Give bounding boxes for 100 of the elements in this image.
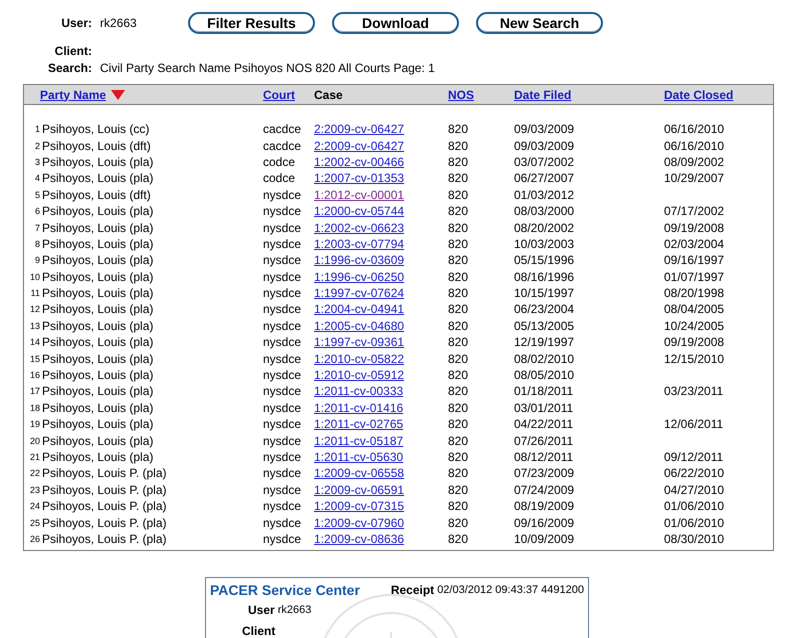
search-criteria: Civil Party Search Name Psihoyos NOS 820 All Courts Page: 1 (100, 61, 435, 75)
date-closed-cell: 10/29/2007 (664, 171, 724, 186)
party-name: Psihoyos, Louis (pla) (42, 352, 154, 366)
sort-descending-icon[interactable] (111, 90, 126, 100)
court-cell: nysdce (263, 516, 302, 530)
row-number: 16 (28, 370, 40, 380)
case-number-link[interactable]: 1:2011-cv-00333 (314, 384, 404, 398)
nos-cell: 820 (448, 417, 468, 432)
case-number-link[interactable]: 1:2002-cv-00466 (314, 154, 404, 169)
date-filed-cell: 09/03/2009 (514, 138, 574, 153)
row-number: 11 (30, 288, 40, 298)
nos-cell: 820 (448, 253, 468, 268)
user-name: rk2663 (100, 16, 137, 30)
court-cell: nysdce (263, 335, 302, 350)
date-filed-cell: 01/18/2011 (514, 384, 574, 398)
case-number-link[interactable]: 1:1996-cv-06250 (314, 270, 404, 284)
nos-cell: 820 (448, 335, 468, 350)
case-number-link[interactable]: 1:2007-cv-01353 (314, 171, 404, 186)
case-number-link[interactable]: 1:2000-cv-05744 (314, 204, 404, 218)
case-number-link[interactable]: 1:2009-cv-07315 (314, 499, 404, 514)
court-cell: nysdce (263, 352, 302, 366)
date-filed-cell: 03/01/2011 (514, 400, 574, 415)
row-number: 8 (34, 238, 40, 249)
row-number: 5 (34, 190, 40, 200)
column-header-link[interactable]: Party Name (40, 88, 106, 102)
nos-cell: 820 (448, 270, 468, 284)
court-cell: cacdce (263, 138, 302, 153)
case-number-link[interactable]: 1:2010-cv-05912 (314, 368, 404, 382)
row-number: 3 (34, 156, 40, 167)
search-label: Search: (46, 61, 92, 75)
date-closed-cell: 02/03/2004 (664, 236, 724, 251)
row-number: 14 (28, 337, 40, 348)
action-button[interactable]: Filter Results (188, 12, 315, 34)
party-name: Psihoyos, Louis (cc) (42, 122, 150, 136)
date-filed-cell: 08/19/2009 (514, 499, 574, 514)
row-number: 7 (34, 222, 40, 233)
party-name: Psihoyos, Louis (pla) (42, 220, 154, 235)
court-cell: nysdce (263, 270, 302, 284)
column-header-link[interactable]: Date Closed (664, 88, 734, 102)
party-name: Psihoyos, Louis (pla) (42, 286, 154, 300)
case-number-link[interactable]: 1:2003-cv-07794 (314, 236, 404, 251)
case-number-link[interactable]: 1:2004-cv-04941 (314, 302, 404, 316)
party-name: Psihoyos, Louis P. (pla) (42, 516, 167, 530)
action-button[interactable]: Download (332, 12, 459, 34)
action-button[interactable]: New Search (476, 12, 603, 34)
party-name: Psihoyos, Louis (pla) (42, 171, 154, 186)
date-closed-cell: 08/04/2005 (664, 302, 724, 316)
party-name: Psihoyos, Louis P. (pla) (42, 532, 167, 546)
case-number-link[interactable]: 1:2009-cv-08636 (314, 532, 404, 546)
court-cell: nysdce (263, 482, 302, 497)
row-number: 13 (28, 320, 40, 331)
date-filed-cell: 07/23/2009 (514, 466, 574, 480)
nos-cell: 820 (448, 352, 468, 366)
row-number: 18 (28, 402, 40, 413)
receipt-client-label: Client (242, 624, 276, 638)
date-filed-cell: 12/19/1997 (514, 335, 574, 350)
party-name: Psihoyos, Louis (pla) (42, 400, 154, 415)
date-closed-cell: 10/24/2005 (664, 318, 724, 333)
case-number-link[interactable]: 2:2009-cv-06427 (314, 138, 404, 153)
date-closed-cell: 06/16/2010 (664, 138, 724, 153)
case-number-link[interactable]: 1:1996-cv-03609 (314, 253, 404, 268)
row-number: 9 (34, 255, 40, 266)
case-number-link[interactable]: 1:2012-cv-00001 (314, 188, 404, 202)
party-name: Psihoyos, Louis (dft) (42, 188, 151, 202)
row-number: 25 (28, 518, 40, 528)
receipt-user-label: User (248, 603, 275, 618)
date-filed-cell: 06/27/2007 (514, 171, 574, 186)
case-number-link[interactable]: 1:1997-cv-09361 (314, 335, 404, 350)
case-number-link[interactable]: 1:2009-cv-07960 (314, 516, 404, 530)
case-number-link[interactable]: 1:2010-cv-05822 (314, 352, 404, 366)
case-number-link[interactable]: 1:2009-cv-06591 (314, 482, 404, 497)
case-number-link[interactable]: 1:1997-cv-07624 (314, 286, 404, 300)
column-header-link[interactable]: Court (263, 88, 295, 102)
column-header-link[interactable]: NOS (448, 88, 474, 102)
nos-cell: 820 (448, 450, 468, 464)
case-number-link[interactable]: 1:2011-cv-05187 (314, 434, 404, 448)
column-header-link[interactable]: Date Filed (514, 88, 572, 102)
date-filed-cell: 07/26/2011 (514, 434, 574, 448)
nos-cell: 820 (448, 318, 468, 333)
case-number-link[interactable]: 1:2009-cv-06558 (314, 466, 404, 480)
case-number-link[interactable]: 1:2011-cv-02765 (314, 417, 404, 432)
date-filed-cell: 08/12/2011 (514, 450, 574, 464)
date-closed-cell: 08/30/2010 (664, 532, 724, 546)
court-cell: nysdce (263, 499, 302, 514)
case-number-link[interactable]: 1:2002-cv-06623 (314, 220, 404, 235)
date-filed-cell: 10/15/1997 (514, 286, 574, 300)
case-number-link[interactable]: 1:2005-cv-04680 (314, 318, 404, 333)
column-header: Case (314, 88, 343, 102)
date-closed-cell: 09/12/2011 (664, 450, 724, 464)
row-number: 26 (28, 534, 40, 544)
date-closed-cell: 01/06/2010 (664, 516, 724, 530)
nos-cell: 820 (448, 499, 468, 514)
row-number: 6 (34, 206, 40, 216)
date-filed-cell: 06/23/2004 (514, 302, 574, 316)
court-cell: nysdce (263, 318, 302, 333)
date-closed-cell: 07/17/2002 (664, 204, 724, 218)
case-number-link[interactable]: 2:2009-cv-06427 (314, 122, 404, 136)
case-number-link[interactable]: 1:2011-cv-05630 (314, 450, 404, 464)
case-number-link[interactable]: 1:2011-cv-01416 (314, 400, 404, 415)
date-closed-cell: 12/06/2011 (664, 417, 724, 432)
